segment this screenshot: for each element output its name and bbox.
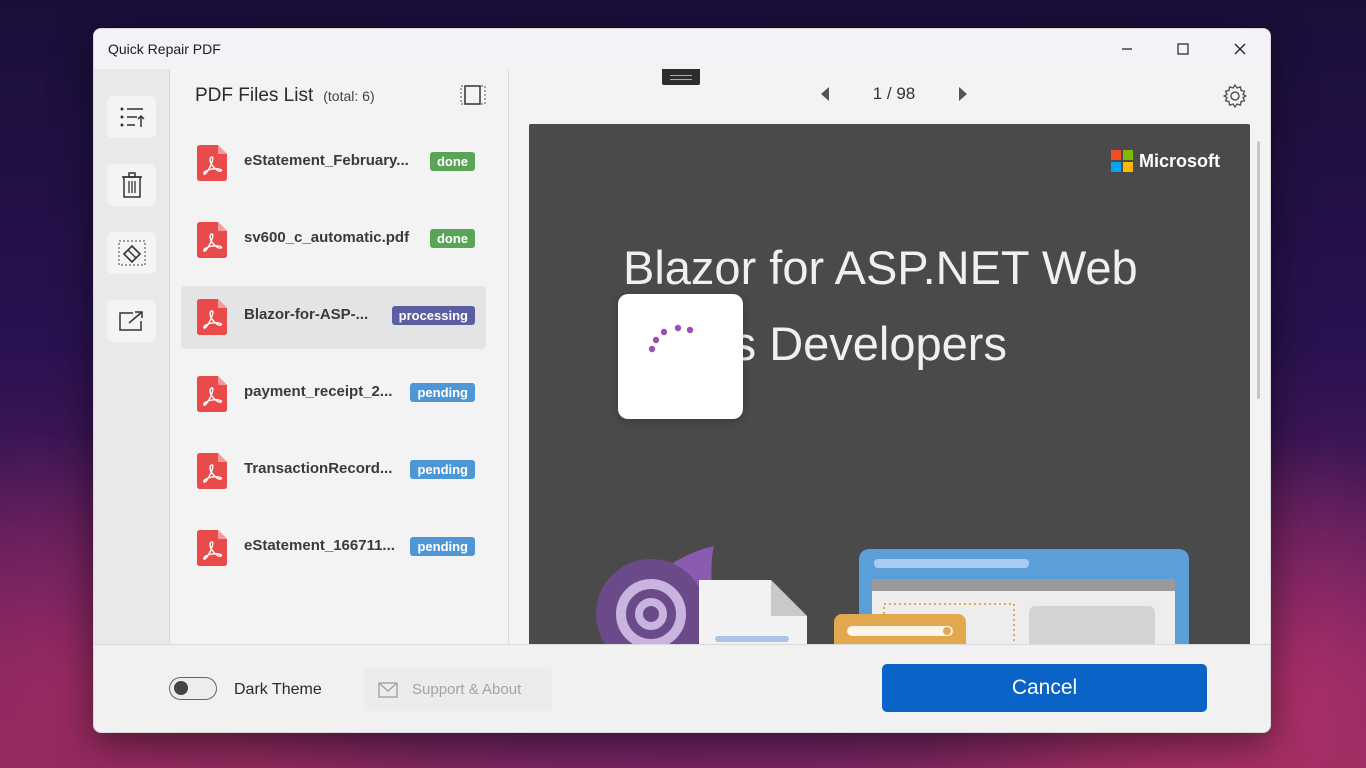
status-badge: done: [429, 229, 475, 248]
pdf-file-icon: [197, 145, 227, 181]
dark-theme-toggle[interactable]: [169, 677, 217, 700]
close-button[interactable]: [1212, 29, 1268, 69]
microsoft-logo-icon: [1111, 150, 1133, 172]
pdf-file-icon: [197, 376, 227, 412]
footer-bar: Dark Theme Support & About Cancel: [94, 644, 1270, 732]
pdf-file-icon: [197, 299, 227, 335]
toggle-knob: [174, 681, 188, 695]
pdf-file-icon: [197, 222, 227, 258]
preview-scrollbar[interactable]: [1257, 141, 1260, 399]
file-list-item[interactable]: payment_receipt_2... pending: [181, 363, 486, 426]
export-button[interactable]: [107, 300, 156, 342]
dark-theme-label: Dark Theme: [234, 681, 322, 698]
gear-icon: [1223, 84, 1247, 108]
minimize-icon: [1122, 48, 1132, 50]
cover-illustration: [596, 546, 1189, 644]
app-title: Quick Repair PDF: [108, 41, 221, 57]
file-count: (total: 6): [323, 88, 375, 104]
status-badge: processing: [391, 306, 475, 325]
support-about-button[interactable]: Support & About: [364, 668, 552, 711]
brand-text: Microsoft: [1139, 150, 1220, 171]
collapse-panel-button[interactable]: [460, 85, 486, 110]
cancel-button[interactable]: Cancel: [882, 664, 1207, 712]
settings-button[interactable]: [1222, 83, 1248, 114]
title-bar[interactable]: Quick Repair PDF: [94, 29, 1270, 69]
file-name: TransactionRecord...: [244, 460, 393, 477]
delete-button[interactable]: [107, 164, 156, 206]
pdf-file-list-panel: PDF Files List (total: 6) eStatement_Feb…: [170, 69, 509, 644]
file-name: payment_receipt_2...: [244, 383, 393, 400]
sort-list-button[interactable]: [107, 96, 156, 138]
microsoft-logo: Microsoft: [1111, 150, 1220, 172]
file-list-item[interactable]: eStatement_166711... pending: [181, 517, 486, 580]
file-list-item[interactable]: eStatement_February... done: [181, 132, 486, 195]
page-indicator: 1 / 98: [872, 84, 916, 103]
maximize-button[interactable]: [1155, 29, 1211, 69]
maximize-icon: [1177, 43, 1189, 55]
export-icon: [118, 311, 143, 331]
pdf-file-icon: [197, 453, 227, 489]
file-name: sv600_c_automatic.pdf: [244, 229, 410, 246]
sort-list-icon: [120, 107, 145, 127]
file-list-item[interactable]: sv600_c_automatic.pdf done: [181, 209, 486, 272]
file-name: eStatement_166711...: [244, 537, 395, 554]
side-toolbar: [94, 69, 170, 644]
trash-icon: [121, 172, 142, 198]
close-icon: [1234, 43, 1246, 55]
loading-spinner-icon: [648, 324, 694, 353]
panel-toggle-icon: [460, 85, 486, 105]
status-badge: pending: [410, 383, 475, 402]
minimize-button[interactable]: [1099, 29, 1155, 69]
eraser-icon: [118, 240, 145, 266]
file-list-header: PDF Files List (total: 6): [195, 85, 375, 107]
status-badge: pending: [410, 537, 475, 556]
next-page-icon[interactable]: [957, 86, 969, 102]
file-list-item[interactable]: Blazor-for-ASP-... processing: [181, 286, 486, 349]
file-list-item[interactable]: TransactionRecord... pending: [181, 440, 486, 503]
page-navigator: 1 / 98: [819, 81, 969, 107]
status-badge: done: [429, 152, 475, 171]
status-badge: pending: [410, 460, 475, 479]
pdf-file-icon: [197, 530, 227, 566]
splitter-handle[interactable]: [662, 69, 700, 85]
processing-spinner-overlay: [618, 294, 743, 419]
file-name: eStatement_February...: [244, 152, 409, 169]
previous-page-icon[interactable]: [819, 86, 831, 102]
clear-button[interactable]: [107, 232, 156, 274]
support-label: Support & About: [412, 681, 522, 698]
file-list-title: PDF Files List: [195, 85, 314, 106]
mail-icon: [378, 681, 398, 698]
